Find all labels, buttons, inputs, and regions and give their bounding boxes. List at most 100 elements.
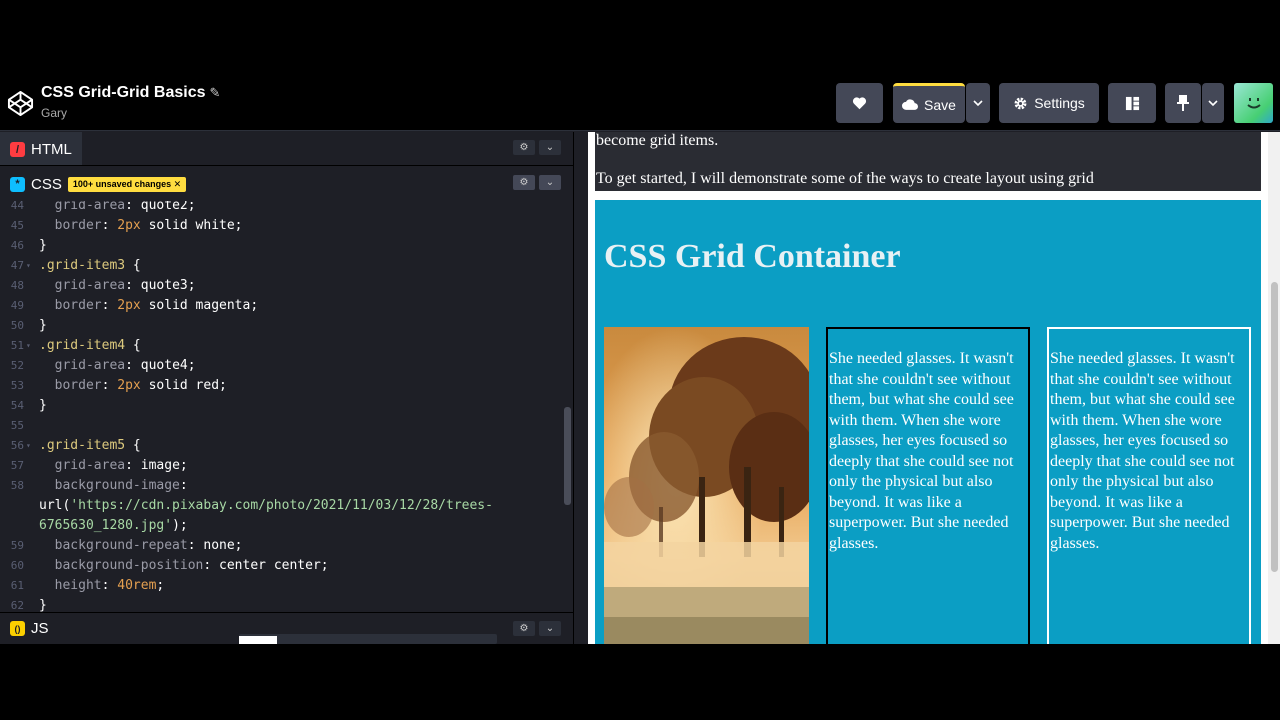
tab-js[interactable]: () JS — [0, 613, 59, 644]
code-text[interactable]: } — [39, 236, 47, 256]
code-line[interactable]: 49 border: 2px solid magenta; — [0, 296, 560, 316]
css-collapse-chevron-icon[interactable]: ⌄ — [539, 175, 561, 190]
code-line[interactable]: 58 background-image: — [0, 476, 560, 496]
tab-css-label: CSS — [31, 175, 62, 193]
heart-icon — [852, 97, 867, 110]
code-text[interactable]: height: 40rem; — [39, 576, 165, 596]
js-collapse-chevron-icon[interactable]: ⌄ — [539, 621, 561, 636]
code-text[interactable]: border: 2px solid white; — [39, 216, 243, 236]
codepen-logo-icon[interactable] — [7, 90, 34, 117]
code-line[interactable]: 59 background-repeat: none; — [0, 536, 560, 556]
user-avatar[interactable] — [1234, 83, 1273, 123]
html-settings-gear-icon[interactable]: ⚙ — [513, 140, 535, 155]
code-scrollbar[interactable] — [564, 407, 571, 505]
preview-scrollbar-track[interactable] — [1268, 132, 1280, 644]
tab-js-label: JS — [31, 620, 49, 637]
html-collapse-chevron-icon[interactable]: ⌄ — [539, 140, 561, 155]
code-text[interactable]: background-repeat: none; — [39, 536, 243, 556]
line-number: 58 — [10, 479, 24, 492]
code-line[interactable]: url('https://cdn.pixabay.com/photo/2021/… — [0, 496, 560, 516]
code-text[interactable]: grid-area: quote3; — [39, 276, 196, 296]
code-line[interactable]: 53 border: 2px solid red; — [0, 376, 560, 396]
code-text[interactable]: grid-area: image; — [39, 456, 188, 476]
code-line[interactable]: 57 grid-area: image; — [0, 456, 560, 476]
line-number: 51 — [10, 339, 24, 352]
code-line[interactable]: 6765630_1280.jpg'); — [0, 516, 560, 536]
code-line[interactable]: 51 ▾ .grid-item4 { — [0, 336, 560, 356]
code-line[interactable]: 46} — [0, 236, 560, 256]
code-text[interactable]: } — [39, 316, 47, 336]
editor-column: / HTML ⚙ ⌄ * CSS 100+ unsaved changes ✕ … — [0, 132, 573, 644]
tab-html[interactable]: / HTML — [0, 132, 82, 165]
pin-dropdown-button[interactable] — [1202, 83, 1224, 123]
settings-button[interactable]: Settings — [999, 83, 1099, 123]
unsaved-changes-text: 100+ unsaved changes — [72, 178, 172, 189]
chevron-down-icon — [973, 99, 983, 106]
quote-card: She needed glasses. It wasn't that she c… — [1047, 327, 1251, 644]
close-icon[interactable]: ✕ — [174, 179, 182, 189]
fold-chevron-icon[interactable]: ▾ — [26, 256, 31, 276]
tab-css[interactable]: * CSS 100+ unsaved changes ✕ — [0, 167, 196, 201]
preview-scrollbar-thumb[interactable] — [1271, 282, 1278, 572]
line-number: 45 — [10, 219, 24, 232]
line-number: 62 — [10, 599, 24, 612]
fold-chevron-icon[interactable]: ▾ — [26, 436, 31, 456]
code-text[interactable]: .grid-item5 { — [39, 436, 141, 456]
pin-button[interactable] — [1165, 83, 1201, 123]
css-code-editor[interactable]: I 44 grid-area: quote2;45 border: 2px so… — [0, 201, 573, 612]
trees-image — [604, 327, 809, 644]
css-settings-gear-icon[interactable]: ⚙ — [513, 175, 535, 190]
code-text[interactable]: background-image: — [39, 476, 188, 496]
code-line[interactable]: 56 ▾ .grid-item5 { — [0, 436, 560, 456]
code-line[interactable]: 44 grid-area: quote2; — [0, 201, 560, 216]
line-number: 59 — [10, 539, 24, 552]
code-text[interactable]: grid-area: quote4; — [39, 356, 196, 376]
fold-chevron-icon[interactable]: ▾ — [26, 336, 31, 356]
top-bar: CSS Grid-Grid Basics ✎ Gary Save Settings — [0, 76, 1280, 131]
like-button[interactable] — [836, 83, 883, 123]
html-pane-header[interactable]: / HTML ⚙ ⌄ — [0, 132, 573, 166]
pen-title-text[interactable]: CSS Grid-Grid Basics — [41, 84, 206, 101]
resize-handle[interactable] — [573, 132, 588, 644]
save-dropdown-button[interactable] — [966, 83, 990, 123]
tooltip-preview-bar — [239, 634, 497, 644]
code-text[interactable]: } — [39, 596, 47, 612]
code-line[interactable]: 48 grid-area: quote3; — [0, 276, 560, 296]
code-line[interactable]: 45 border: 2px solid white; — [0, 216, 560, 236]
code-line[interactable]: 52 grid-area: quote4; — [0, 356, 560, 376]
line-number: 49 — [10, 299, 24, 312]
code-text[interactable]: 6765630_1280.jpg'); — [39, 516, 188, 536]
js-settings-gear-icon[interactable]: ⚙ — [513, 621, 535, 636]
code-text[interactable]: border: 2px solid red; — [39, 376, 227, 396]
code-text[interactable]: } — [39, 396, 47, 416]
code-line[interactable]: 47 ▾ .grid-item3 { — [0, 256, 560, 276]
intro-line-2: To get started, I will demonstrate some … — [596, 170, 1094, 187]
grid-container-title: CSS Grid Container — [604, 238, 901, 275]
code-text[interactable]: .grid-item4 { — [39, 336, 141, 356]
code-line[interactable]: 55 — [0, 416, 560, 436]
change-view-button[interactable] — [1108, 83, 1156, 123]
line-number: 54 — [10, 399, 24, 412]
code-line[interactable]: 61 height: 40rem; — [0, 576, 560, 596]
code-text[interactable]: background-position: center center; — [39, 556, 329, 576]
code-text[interactable]: border: 2px solid magenta; — [39, 296, 259, 316]
code-text[interactable]: grid-area: quote2; — [39, 201, 196, 216]
line-number: 55 — [10, 419, 24, 432]
edit-pencil-icon[interactable]: ✎ — [210, 85, 221, 100]
code-line[interactable]: 54} — [0, 396, 560, 416]
css-pane-header[interactable]: * CSS 100+ unsaved changes ✕ ⚙ ⌄ — [0, 167, 573, 201]
pin-icon — [1177, 95, 1189, 111]
code-line[interactable]: 60 background-position: center center; — [0, 556, 560, 576]
code-line[interactable]: 50} — [0, 316, 560, 336]
quote-card: She needed glasses. It wasn't that she c… — [826, 327, 1030, 644]
code-line[interactable]: 62} — [0, 596, 560, 612]
pen-author[interactable]: Gary — [41, 106, 67, 120]
code-text[interactable]: url('https://cdn.pixabay.com/photo/2021/… — [39, 496, 493, 516]
line-number: 44 — [10, 201, 24, 212]
cloud-icon — [902, 99, 919, 110]
code-text[interactable]: .grid-item3 { — [39, 256, 141, 276]
pen-title[interactable]: CSS Grid-Grid Basics ✎ — [41, 84, 220, 102]
save-button[interactable]: Save — [893, 83, 965, 123]
line-number: 46 — [10, 239, 24, 252]
gear-icon — [1014, 97, 1027, 109]
